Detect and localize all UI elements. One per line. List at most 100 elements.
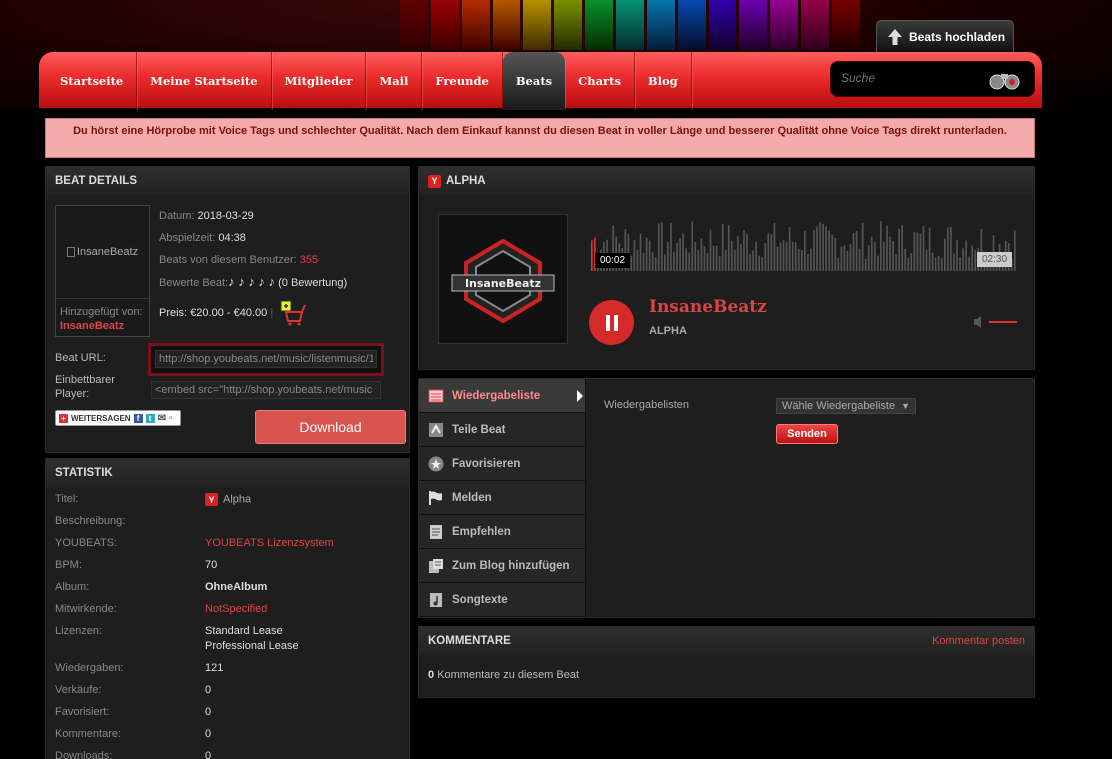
menu-add-to-blog[interactable]: Zum Blog hinzufügen xyxy=(419,549,585,583)
waveform-bar xyxy=(636,250,639,271)
waveform-bar xyxy=(797,248,800,271)
nav-blog[interactable]: Blog xyxy=(635,52,692,110)
search-box xyxy=(830,61,1035,97)
waveform-bar xyxy=(953,253,955,271)
stat-downloads-value: 0 xyxy=(205,750,212,759)
waveform-bar xyxy=(962,248,964,271)
dropdown-arrow-icon: ▼ xyxy=(901,401,910,411)
artist-name-link[interactable]: InsaneBeatz xyxy=(649,297,767,317)
waveform-bar xyxy=(730,241,733,271)
post-comment-link[interactable]: Kommentar posten xyxy=(932,635,1025,647)
waveform-bar xyxy=(883,241,885,271)
duration-value: 04:38 xyxy=(218,232,246,244)
lyrics-icon xyxy=(430,592,442,607)
embed-code-field[interactable] xyxy=(151,381,381,399)
menu-share-beat[interactable]: Teile Beat xyxy=(419,413,585,447)
player-panel: Y ALPHA InsaneBeatz 00:02 02:30 InsaneBea… xyxy=(418,166,1035,370)
nav-beats[interactable]: Beats xyxy=(502,52,566,110)
stat-contributors-label: Mitwirkende: xyxy=(55,603,117,615)
nav-charts[interactable]: Charts xyxy=(565,52,635,110)
stat-favorites-label: Favorisiert: xyxy=(55,706,110,718)
upload-beats-button[interactable]: Beats hochladen xyxy=(876,20,1014,52)
waveform-bar xyxy=(919,233,922,271)
price-value: €20.00 - €40.00 xyxy=(190,306,268,319)
youtube-icon: Y xyxy=(205,493,218,506)
nav-startseite[interactable]: Startseite xyxy=(47,52,138,110)
nav-freunde[interactable]: Freunde xyxy=(422,52,503,110)
pause-button[interactable] xyxy=(589,300,634,345)
binoculars-icon[interactable] xyxy=(988,69,1022,91)
menu-favorite[interactable]: Favorisieren xyxy=(419,447,585,481)
recommend-icon xyxy=(430,524,442,539)
waveform-bar xyxy=(810,248,812,271)
waveform-bar xyxy=(706,253,709,271)
stat-comments-value: 0 xyxy=(205,728,212,740)
stat-contributors-link[interactable]: NotSpecified xyxy=(205,603,267,615)
uploader-image[interactable]: InsaneBeatz xyxy=(56,206,149,299)
waveform-bar xyxy=(691,221,694,271)
waveform-bar xyxy=(657,223,660,271)
added-by-user-link[interactable]: InsaneBeatz xyxy=(60,320,124,332)
blog-icon xyxy=(429,558,443,573)
stat-title-value[interactable]: Y Alpha xyxy=(205,493,251,506)
stat-description-label: Beschreibung: xyxy=(55,515,126,527)
menu-recommend[interactable]: Empfehlen xyxy=(419,515,585,549)
waveform-bar xyxy=(660,222,663,271)
download-button[interactable]: Download xyxy=(255,410,406,444)
insanebeatz-logo: InsaneBeatz xyxy=(451,238,555,324)
nav-mitglieder[interactable]: Mitglieder xyxy=(272,52,367,110)
waveform-bar xyxy=(934,257,937,271)
svg-text:InsaneBeatz: InsaneBeatz xyxy=(465,277,541,290)
add-to-cart-icon[interactable] xyxy=(280,300,307,326)
stat-license-link[interactable]: YOUBEATS Lizenzsystem xyxy=(205,537,334,549)
menu-lyrics[interactable]: Songtexte xyxy=(419,583,585,617)
stat-sales-label: Verkäufe: xyxy=(55,684,102,696)
beat-url-box xyxy=(148,343,384,376)
waveform-bar xyxy=(852,232,855,271)
statistics-title: STATISTIK xyxy=(46,459,409,487)
more-icon[interactable]: ▫ xyxy=(169,413,173,424)
menu-report[interactable]: Melden xyxy=(419,481,585,515)
waveform-seekbar[interactable] xyxy=(591,219,1017,271)
stat-license-standard: Standard Lease xyxy=(205,625,283,637)
stat-album-label: Album: xyxy=(55,581,90,593)
waveform-bar xyxy=(971,245,974,271)
user-beats-link[interactable]: 355 xyxy=(300,254,318,266)
share-button[interactable]: + WEITERSAGEN f t ✉ ▫ xyxy=(55,410,181,426)
waveform-bar xyxy=(639,233,642,271)
email-icon[interactable]: ✉ xyxy=(158,413,166,424)
waveform-bar xyxy=(840,246,843,271)
waveform-bar xyxy=(630,256,633,271)
facebook-icon[interactable]: f xyxy=(133,413,143,423)
comments-panel: KOMMENTARE Kommentar posten 0 Kommentare… xyxy=(418,626,1035,698)
waveform-bar xyxy=(937,255,940,271)
waveform-bar xyxy=(770,234,773,271)
broken-image-icon xyxy=(66,247,75,257)
send-button[interactable]: Senden xyxy=(776,424,838,444)
waveform-bar xyxy=(734,250,736,271)
beat-url-label: Beat URL: xyxy=(55,352,106,364)
share-label: WEITERSAGEN xyxy=(71,413,131,423)
embed-box xyxy=(151,381,381,399)
beat-url-field[interactable] xyxy=(155,350,377,368)
waveform-bar xyxy=(703,246,706,271)
twitter-icon[interactable]: t xyxy=(145,413,155,423)
rating-notes-icon[interactable]: ♪ ♪ ♪ ♪ ♪ xyxy=(228,274,275,289)
waveform-bar xyxy=(974,250,977,271)
menu-playlist[interactable]: Wiedergabeliste xyxy=(419,379,585,413)
nav-mail[interactable]: Mail xyxy=(366,52,423,110)
waveform-bar xyxy=(800,250,803,271)
search-input[interactable] xyxy=(841,71,981,85)
waveform-bar xyxy=(925,250,928,271)
waveform-bar xyxy=(737,236,739,271)
waveform-bar xyxy=(834,237,837,271)
waveform-bar xyxy=(931,252,934,271)
volume-icon[interactable] xyxy=(974,315,1019,329)
nav-meine-startseite[interactable]: Meine Startseite xyxy=(137,52,272,110)
waveform-bar xyxy=(764,243,767,271)
waveform-bar xyxy=(892,241,894,271)
playlist-select[interactable]: Wähle Wiedergabeliste ▼ xyxy=(776,398,916,414)
waveform-bar xyxy=(688,252,691,271)
waveform-bar xyxy=(959,257,961,271)
waveform-bar xyxy=(907,258,910,271)
